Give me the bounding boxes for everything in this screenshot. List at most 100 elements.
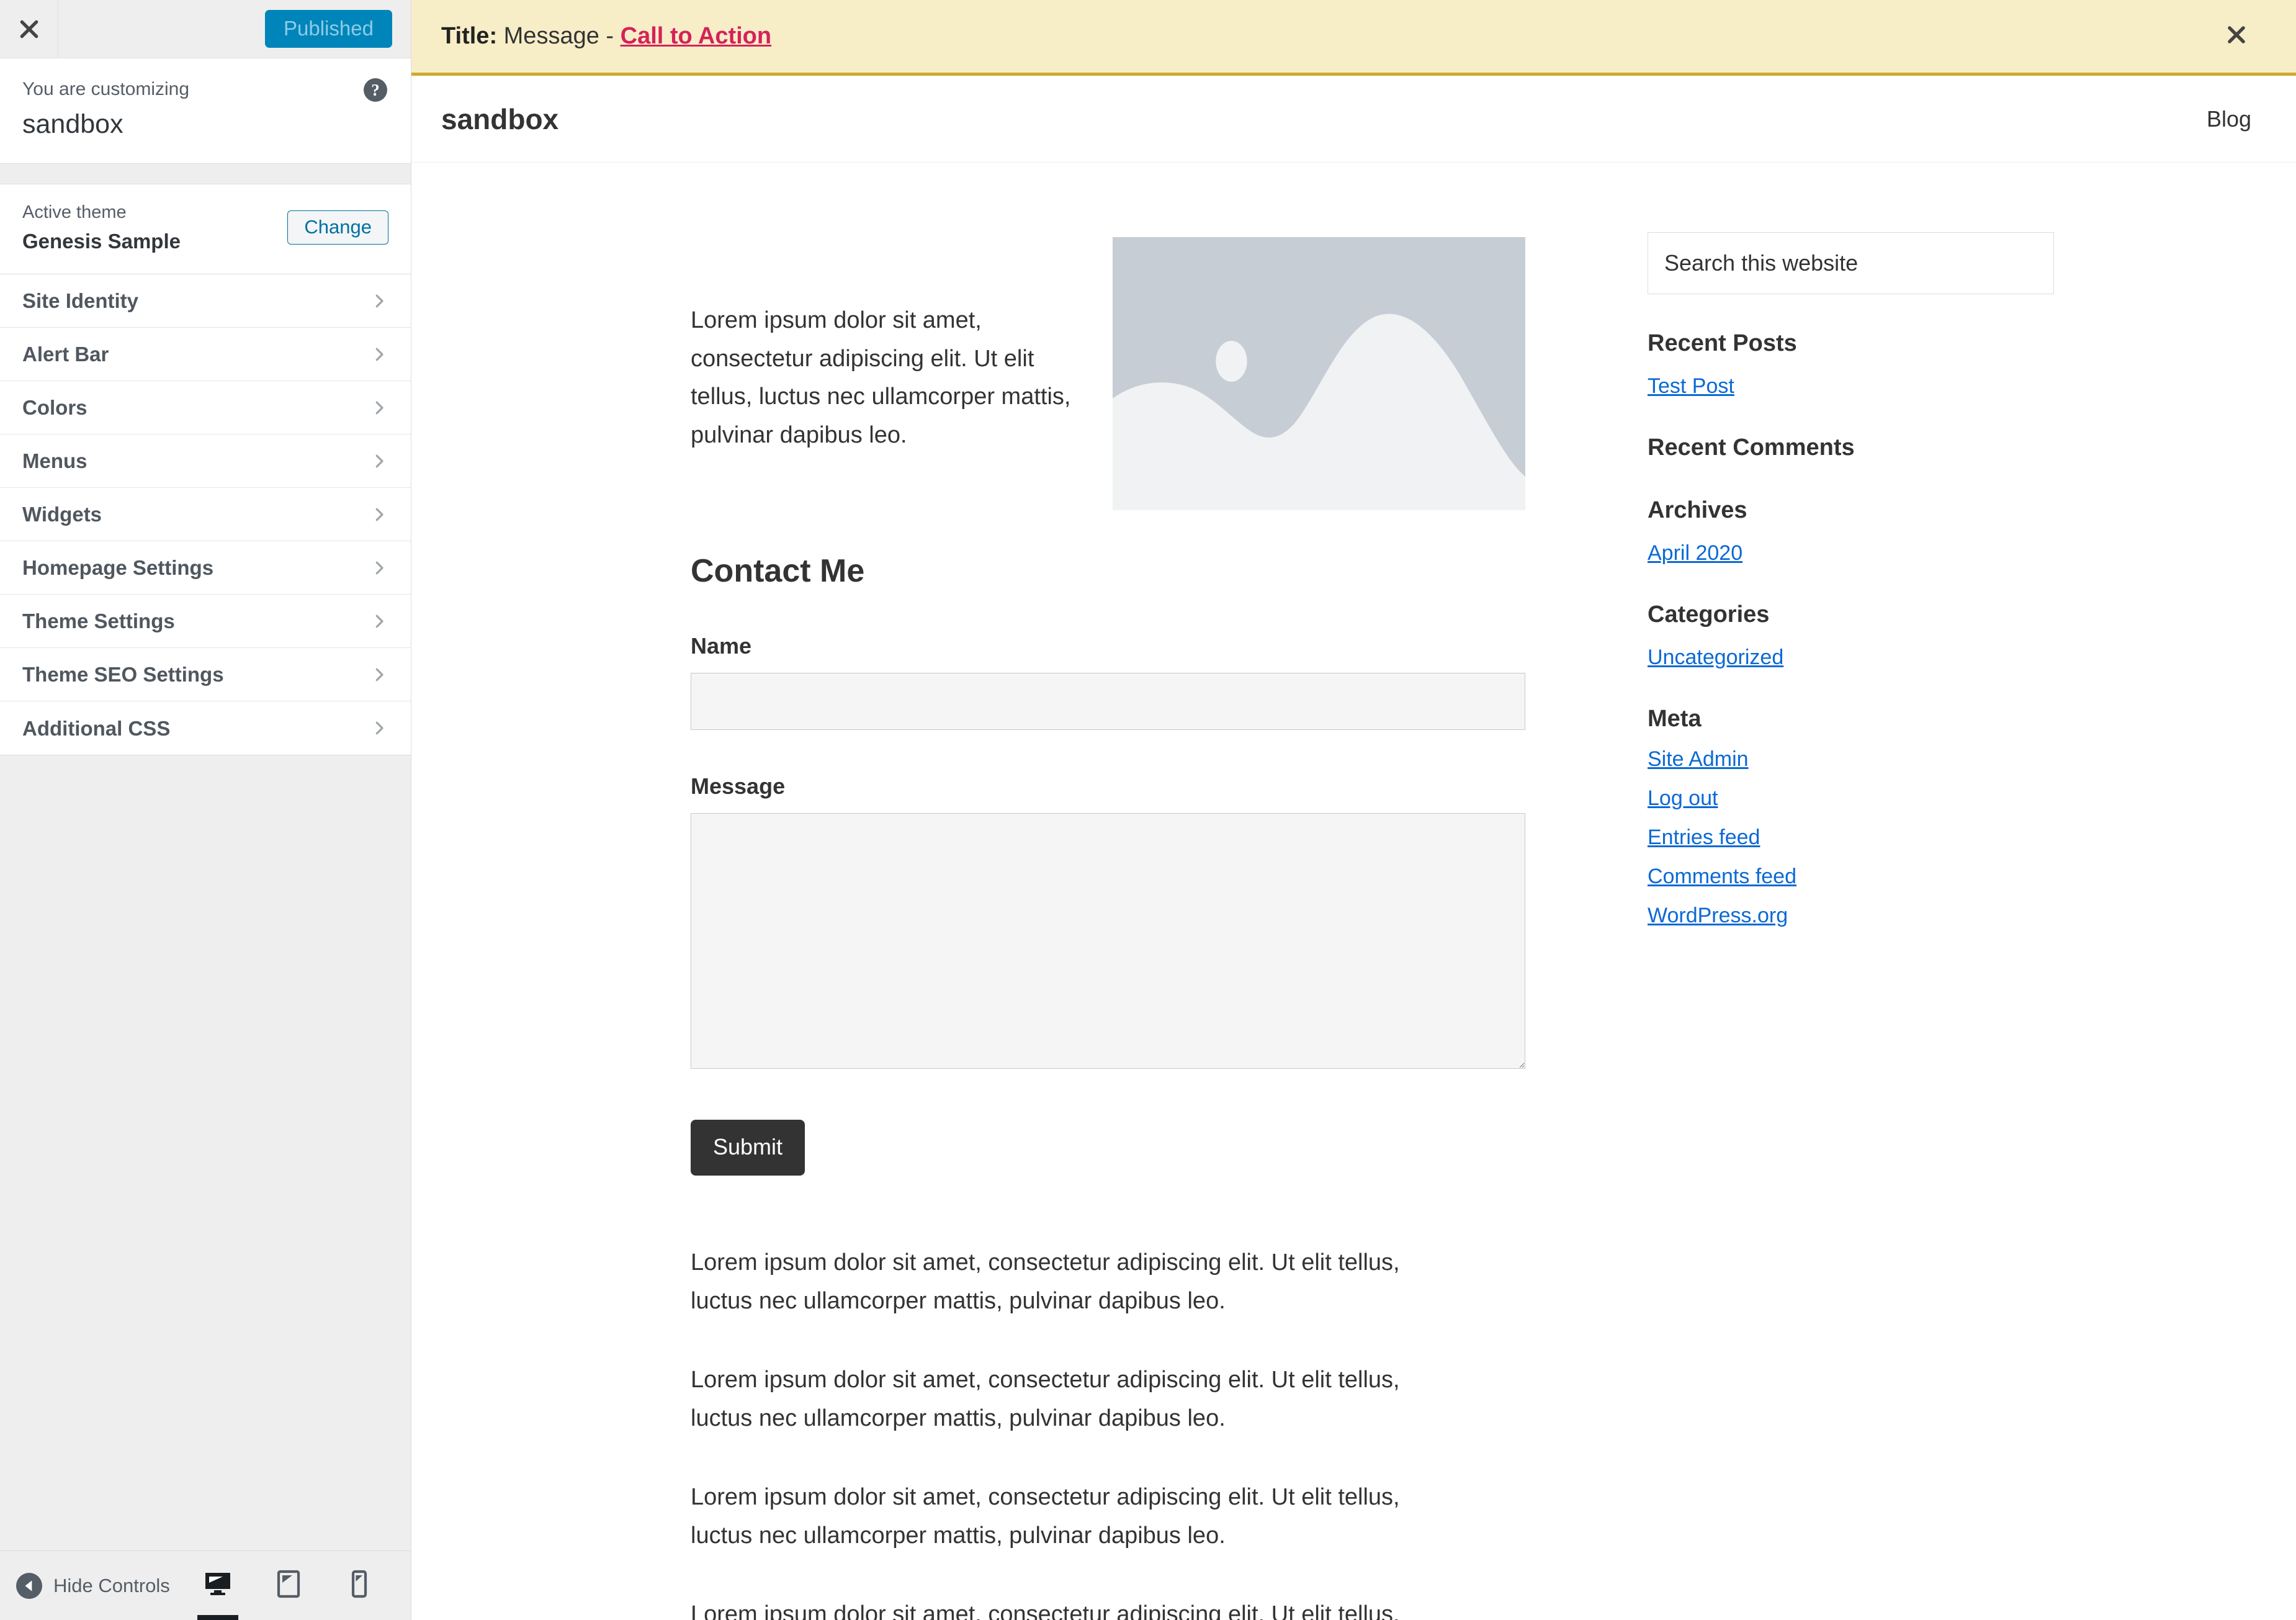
meta-link-site-admin[interactable]: Site Admin xyxy=(1648,747,1749,771)
sidebar-item-widgets[interactable]: Widgets xyxy=(0,488,411,542)
placeholder-image xyxy=(1113,237,1525,510)
tablet-icon xyxy=(275,1569,302,1602)
sidebar-item-additional-css[interactable]: Additional CSS xyxy=(0,701,411,755)
chevron-right-icon xyxy=(370,559,388,577)
collapse-arrow-icon xyxy=(16,1572,42,1599)
site-preview: Title: Message - Call to Action sandbox … xyxy=(411,0,2296,1620)
body-paragraph: Lorem ipsum dolor sit amet, consectetur … xyxy=(691,1249,1400,1314)
nav-item-blog[interactable]: Blog xyxy=(2207,106,2251,132)
meta-link-log-out[interactable]: Log out xyxy=(1648,786,1718,810)
customizing-label: You are customizing xyxy=(22,79,190,99)
sidebar-item-label: Site Identity xyxy=(22,289,139,313)
widget-title: Categories xyxy=(1648,601,1770,628)
widget-recent-comments: Recent Comments xyxy=(1648,434,2060,461)
device-preview-desktop[interactable] xyxy=(195,1551,241,1620)
search-input[interactable] xyxy=(1648,232,2054,294)
content-inner: Lorem ipsum dolor sit amet, consectetur … xyxy=(691,237,1528,1620)
contact-form-heading: Contact Me xyxy=(691,553,865,589)
sidebar-item-theme-settings[interactable]: Theme Settings xyxy=(0,595,411,649)
alert-bar-text: Title: Message - Call to Action xyxy=(441,23,771,50)
preview-content: Lorem ipsum dolor sit amet, consectetur … xyxy=(411,163,2296,1620)
list-item: WordPress.org xyxy=(1648,904,2060,928)
panel-gap xyxy=(0,163,411,184)
sidebar-item-colors[interactable]: Colors xyxy=(0,381,411,435)
recent-post-link[interactable]: Test Post xyxy=(1648,374,1734,398)
sidebar-item-homepage-settings[interactable]: Homepage Settings xyxy=(0,541,411,595)
device-preview-switcher xyxy=(195,1551,393,1620)
alert-bar: Title: Message - Call to Action xyxy=(411,0,2296,76)
sidebar-filler xyxy=(0,755,411,1550)
name-input[interactable] xyxy=(691,673,1525,730)
name-field-label: Name xyxy=(691,633,752,659)
widget-archives: Archives April 2020 xyxy=(1648,497,2060,565)
archives-list: April 2020 xyxy=(1648,541,2060,565)
categories-list: Uncategorized xyxy=(1648,646,2060,670)
widget-recent-posts: Recent Posts Test Post xyxy=(1648,330,2060,398)
sidebar-item-label: Menus xyxy=(22,449,87,473)
hide-controls-label: Hide Controls xyxy=(53,1574,170,1596)
sidebar-item-theme-seo-settings[interactable]: Theme SEO Settings xyxy=(0,648,411,702)
alert-bar-separator: : xyxy=(489,23,504,49)
widget-title: Recent Comments xyxy=(1648,434,1855,461)
sidebar-item-label: Additional CSS xyxy=(22,716,171,740)
widget-meta: Meta Site Admin Log out Entries feed Com… xyxy=(1648,706,2060,928)
message-textarea[interactable] xyxy=(691,813,1525,1069)
sidebar-item-site-identity[interactable]: Site Identity xyxy=(0,274,411,328)
customizer-sidebar: Published You are customizing sandbox ? … xyxy=(0,0,411,1620)
sidebar-item-menus[interactable]: Menus xyxy=(0,434,411,488)
alert-bar-close-button[interactable] xyxy=(2219,19,2254,54)
archive-link[interactable]: April 2020 xyxy=(1648,541,1742,565)
device-preview-tablet[interactable] xyxy=(266,1551,312,1620)
body-paragraph: Lorem ipsum dolor sit amet, consectetur … xyxy=(691,1601,1400,1620)
chevron-right-icon xyxy=(370,398,388,417)
close-icon xyxy=(2225,23,2248,50)
close-customizer-button[interactable] xyxy=(0,0,58,58)
meta-link-comments-feed[interactable]: Comments feed xyxy=(1648,865,1796,888)
publish-button[interactable]: Published xyxy=(265,10,392,48)
sidebar-item-label: Theme SEO Settings xyxy=(22,663,224,686)
chevron-right-icon xyxy=(370,719,388,737)
list-item: Uncategorized xyxy=(1648,646,2060,670)
list-item: Site Admin xyxy=(1648,747,2060,772)
active-theme-label: Active theme xyxy=(22,202,127,222)
hide-controls-button[interactable]: Hide Controls xyxy=(16,1572,170,1599)
alert-bar-message: Message - xyxy=(503,23,621,49)
body-paragraph: Lorem ipsum dolor sit amet, consectetur … xyxy=(691,1367,1400,1431)
help-icon[interactable]: ? xyxy=(364,78,387,102)
widget-categories: Categories Uncategorized xyxy=(1648,601,2060,670)
submit-button[interactable]: Submit xyxy=(691,1120,805,1176)
body-paragraph: Lorem ipsum dolor sit amet, consectetur … xyxy=(691,1484,1400,1549)
customizing-site-title: sandbox xyxy=(22,109,123,139)
sidebar-item-label: Widgets xyxy=(22,503,102,526)
main-content-column: Lorem ipsum dolor sit amet, consectetur … xyxy=(411,163,1572,1620)
device-preview-mobile[interactable] xyxy=(336,1551,382,1620)
customizer-screen: Published You are customizing sandbox ? … xyxy=(0,0,2296,1620)
widget-title: Meta xyxy=(1648,706,1702,732)
active-theme-name: Genesis Sample xyxy=(22,229,181,253)
active-theme-row: Active theme Genesis Sample Change xyxy=(0,183,411,275)
site-navigation: Blog xyxy=(2207,106,2251,132)
alert-bar-cta-link[interactable]: Call to Action xyxy=(621,23,771,49)
chevron-right-icon xyxy=(370,505,388,524)
recent-posts-list: Test Post xyxy=(1648,374,2060,398)
meta-link-wordpress-org[interactable]: WordPress.org xyxy=(1648,904,1788,927)
list-item: Comments feed xyxy=(1648,865,2060,889)
meta-link-entries-feed[interactable]: Entries feed xyxy=(1648,826,1760,849)
message-field-label: Message xyxy=(691,773,786,799)
publish-area: Published xyxy=(265,0,411,58)
customizing-info: You are customizing sandbox ? xyxy=(0,58,411,164)
list-item: Entries feed xyxy=(1648,826,2060,850)
site-header: sandbox Blog xyxy=(411,76,2296,163)
category-link[interactable]: Uncategorized xyxy=(1648,646,1783,669)
customizer-footer: Hide Controls xyxy=(0,1550,411,1620)
sidebar-item-alert-bar[interactable]: Alert Bar xyxy=(0,328,411,382)
list-item: Log out xyxy=(1648,786,2060,811)
chevron-right-icon xyxy=(370,665,388,684)
chevron-right-icon xyxy=(370,292,388,310)
sidebar-item-label: Colors xyxy=(22,396,87,420)
customizer-header: Published xyxy=(0,0,411,58)
widget-sidebar: Recent Posts Test Post Recent Comments A… xyxy=(1648,163,2060,1620)
change-theme-button[interactable]: Change xyxy=(287,210,388,245)
chevron-right-icon xyxy=(370,612,388,631)
site-title[interactable]: sandbox xyxy=(441,102,558,136)
